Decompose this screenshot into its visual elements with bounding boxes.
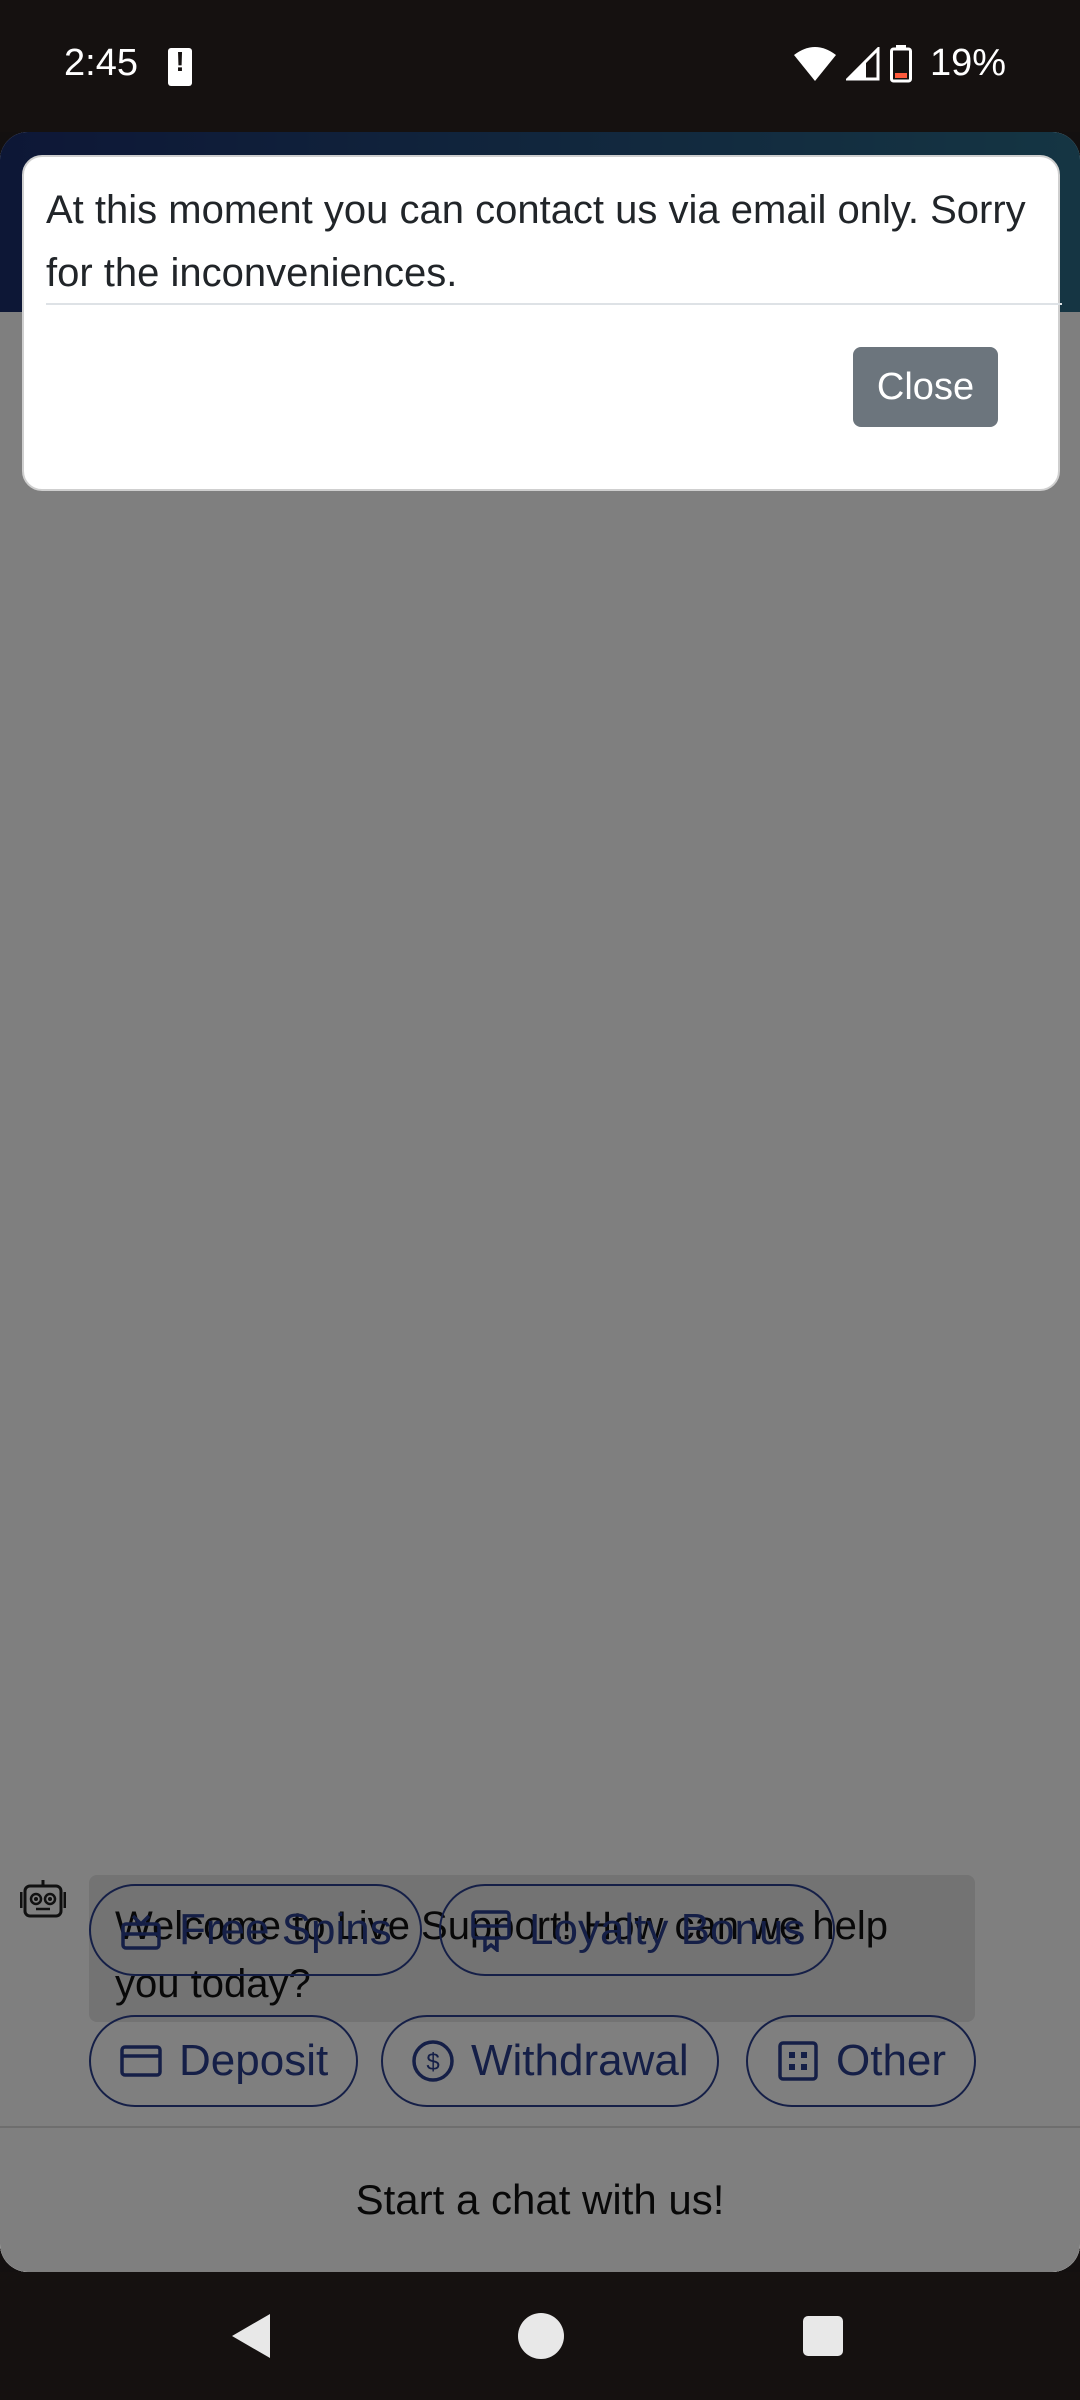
battery-icon	[889, 44, 912, 82]
back-icon[interactable]	[232, 2314, 270, 2358]
recent-apps-icon[interactable]	[803, 2316, 843, 2356]
battery-percent: 19%	[929, 42, 1006, 84]
home-icon[interactable]	[518, 2313, 564, 2359]
wifi-icon	[793, 46, 836, 81]
battery-alert-icon	[168, 46, 192, 86]
close-button[interactable]: Close	[853, 347, 998, 427]
status-time: 2:45	[64, 42, 138, 84]
status-indicators: 19%	[793, 42, 1006, 85]
status-bar: 2:45 19%	[0, 0, 1080, 132]
modal-message: At this moment you can contact us via em…	[46, 188, 1026, 295]
notice-modal: At this moment you can contact us via em…	[22, 155, 1062, 491]
modal-divider	[46, 303, 1062, 305]
cellular-signal-icon	[845, 46, 880, 80]
